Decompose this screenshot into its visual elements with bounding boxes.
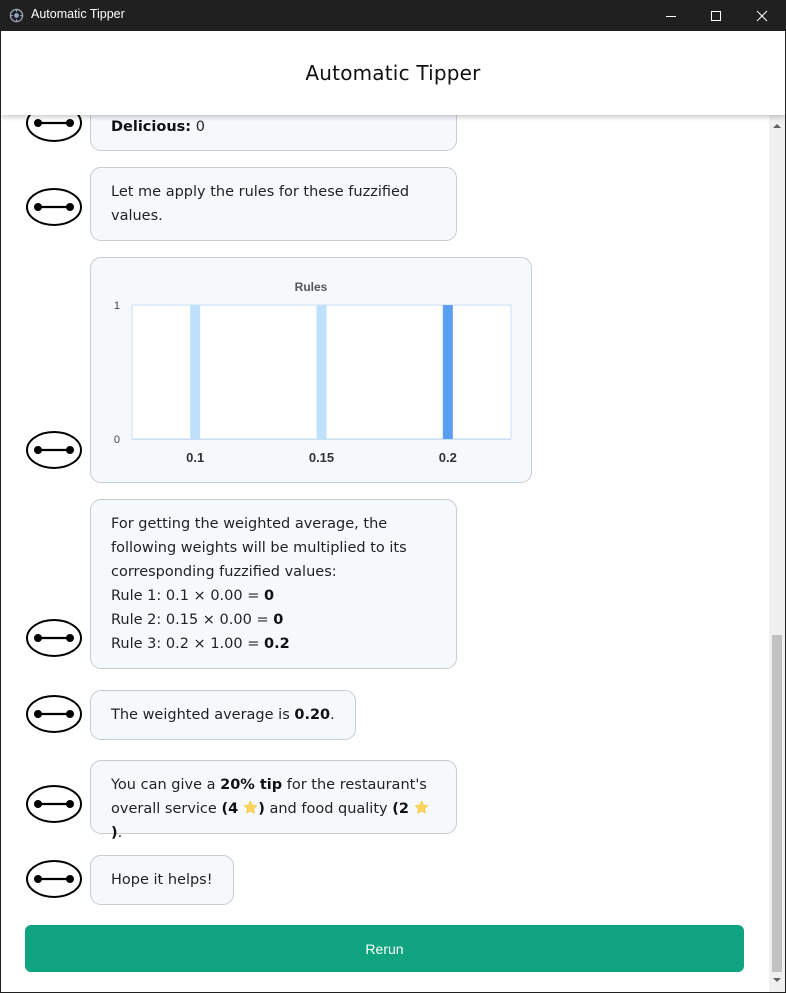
message-text: Let me apply the rules for these fuzzifi…: [111, 184, 410, 224]
close-icon: [756, 10, 768, 21]
message-bubble: You can give a 20% tip for the restauran…: [90, 760, 457, 841]
robot-face-icon: [26, 860, 82, 898]
criterion-label: Delicious:: [111, 119, 192, 135]
rule-expression: Rule 2: 0.15 × 0.00 =: [111, 612, 274, 628]
close-button[interactable]: [739, 0, 785, 31]
tip-percentage: 20% tip: [220, 777, 283, 793]
weighted-average-value: 0.20: [294, 707, 331, 723]
food-rating: (2: [392, 801, 414, 817]
maximize-button[interactable]: [693, 0, 739, 31]
scroll-up-icon[interactable]: [773, 123, 781, 129]
robot-face-icon: [26, 619, 82, 657]
criterion-value: 0: [195, 119, 205, 135]
robot-face-icon: [26, 188, 82, 226]
food-rating-close: ): [111, 825, 118, 841]
service-rating: (4: [221, 801, 244, 817]
rules-chart: Rules 1 0 0.1 0.15 0.2: [114, 280, 512, 465]
star-icon: [243, 800, 258, 814]
chat-scrollbar[interactable]: [769, 115, 785, 992]
rule-line: Rule 1: 0.1 × 0.00 = 0: [111, 584, 436, 608]
chart-bar-0.15[interactable]: [316, 305, 327, 439]
message-text: .: [330, 707, 335, 723]
message-bubble: For getting the weighted average, the fo…: [90, 499, 457, 669]
scroll-down-icon[interactable]: [773, 977, 781, 983]
chart-bubble: Rules 1 0 0.1 0.15 0.2: [90, 257, 532, 483]
message-bubble: Delicious: 0: [90, 115, 457, 151]
maximize-icon: [711, 10, 721, 21]
robot-face-icon: [26, 785, 82, 823]
rule-line: Rule 3: 0.2 × 1.00 = 0.2: [111, 632, 436, 656]
app-header: Automatic Tipper: [1, 31, 785, 115]
rule-expression: Rule 3: 0.2 × 1.00 =: [111, 636, 264, 652]
x-tick-label: 0.2: [439, 450, 457, 465]
window-titlebar: Automatic Tipper: [0, 0, 786, 31]
message-text: For getting the weighted average, the fo…: [111, 516, 407, 580]
app-window: Automatic Tipper Delicious: 0 Let me app…: [1, 31, 785, 992]
x-tick-label: 0.15: [309, 450, 334, 465]
scrollbar-thumb[interactable]: [772, 635, 782, 972]
window-title: Automatic Tipper: [31, 7, 125, 21]
message-text: and food quality: [264, 801, 393, 817]
robot-face-icon: [26, 431, 82, 469]
robot-face-icon: [26, 695, 82, 733]
rule-result: 0: [273, 612, 284, 628]
minimize-button[interactable]: [648, 0, 694, 31]
message-text: Hope it helps!: [111, 872, 213, 888]
message-bubble: Let me apply the rules for these fuzzifi…: [90, 167, 457, 241]
chart-title: Rules: [295, 280, 328, 294]
rule-result: 0: [263, 588, 275, 604]
message-text: .: [117, 825, 123, 841]
robot-face-icon: [26, 115, 82, 142]
star-icon: [414, 800, 429, 814]
service-rating-close: ): [258, 801, 265, 817]
rule-expression: Rule 1: 0.1 × 0.00 =: [111, 588, 264, 604]
page-title: Automatic Tipper: [305, 61, 481, 85]
message-text: You can give a: [111, 777, 221, 793]
y-tick-label: 0: [114, 434, 120, 446]
message-text: The weighted average is: [111, 707, 295, 723]
rule-line: Rule 2: 0.15 × 0.00 = 0: [111, 608, 436, 632]
rerun-button[interactable]: Rerun: [25, 925, 744, 972]
chart-bar-0.2[interactable]: [442, 305, 453, 439]
y-tick-label: 1: [114, 300, 120, 312]
rule-result: 0.2: [263, 636, 290, 652]
message-bubble: Hope it helps!: [90, 855, 234, 905]
message-bubble: The weighted average is 0.20.: [90, 690, 356, 740]
chat-area[interactable]: Delicious: 0 Let me apply the rules for …: [1, 115, 769, 992]
x-tick-label: 0.1: [186, 450, 204, 465]
app-icon: [9, 8, 24, 23]
chart-bar-0.1[interactable]: [190, 305, 201, 439]
minimize-icon: [666, 15, 676, 17]
